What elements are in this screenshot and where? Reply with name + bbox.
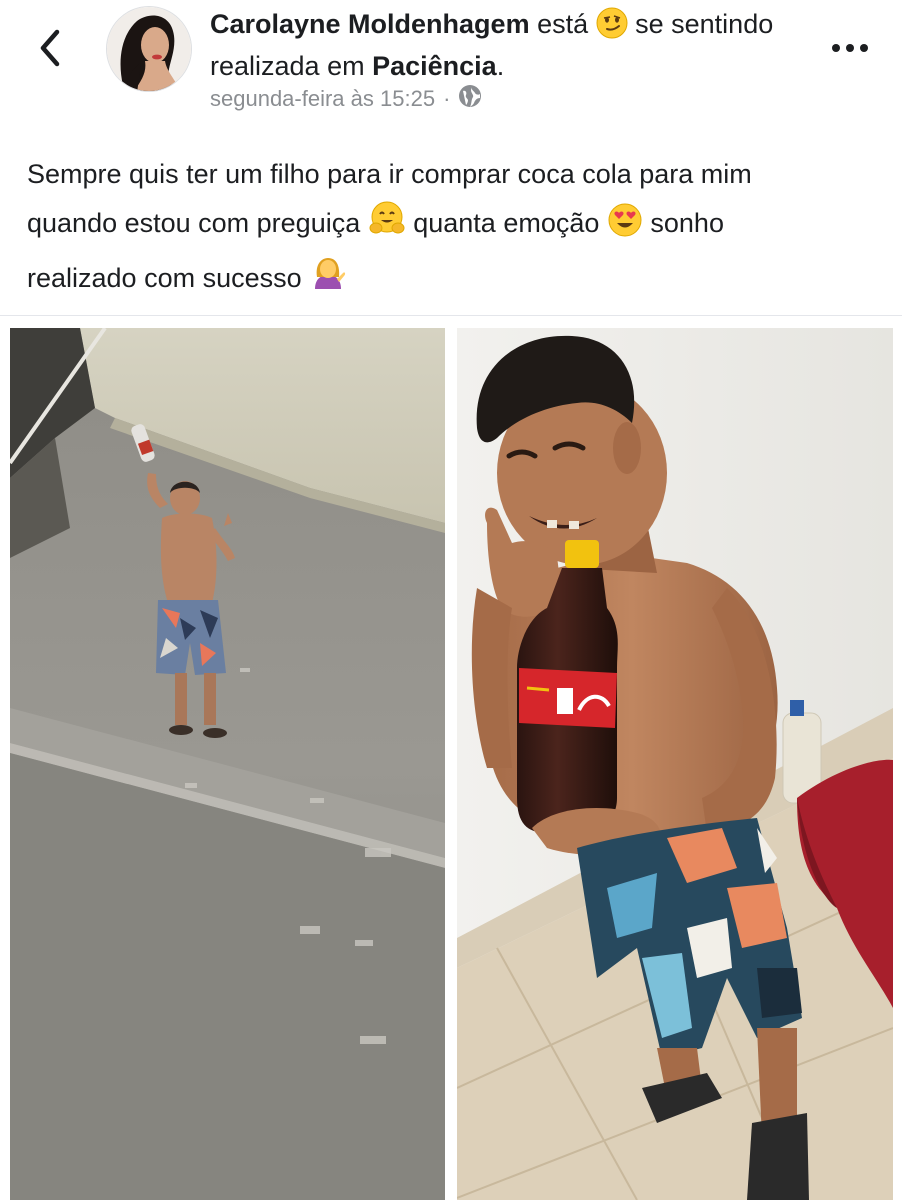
- post-text-segment: realizado com sucesso: [27, 263, 310, 293]
- post-text-line-2: quando estou com preguiça quanta emoção …: [27, 199, 887, 254]
- post-header-text: Carolayne Moldenhagem está se sentindo r…: [210, 6, 800, 84]
- post-text-segment: quanta emoção: [405, 208, 607, 238]
- avatar[interactable]: [106, 6, 192, 92]
- location-link[interactable]: Paciência: [372, 51, 497, 81]
- globe-icon: [458, 84, 482, 114]
- author-name[interactable]: Carolayne Moldenhagem: [210, 9, 530, 39]
- post-text-segment: sonho: [642, 208, 724, 238]
- back-button[interactable]: [30, 28, 70, 68]
- hugging-face-icon: [368, 200, 406, 254]
- more-options-button[interactable]: [828, 32, 872, 64]
- post-header: Carolayne Moldenhagem está se sentindo r…: [0, 0, 902, 125]
- post-body-text: Sempre quis ter um filho para ir comprar…: [27, 150, 887, 309]
- post-text-line-1: Sempre quis ter um filho para ir comprar…: [27, 159, 752, 189]
- post-meta: segunda-feira às 15:25 ·: [210, 84, 482, 114]
- post-text-segment: quando estou com preguiça: [27, 208, 368, 238]
- photo-boy-street[interactable]: [10, 328, 445, 1200]
- timestamp[interactable]: segunda-feira às 15:25: [210, 86, 435, 112]
- meta-separator: ·: [443, 86, 451, 111]
- divider: [0, 315, 902, 316]
- photo-boy-holding-bottle[interactable]: [457, 328, 893, 1200]
- post-text-line-3: realizado com sucesso: [27, 254, 887, 309]
- more-dots-icon: [832, 44, 868, 52]
- verb-prefix: está: [529, 9, 596, 39]
- period: .: [496, 51, 505, 81]
- tipping-hand-woman-icon: [309, 255, 347, 309]
- chevron-left-icon: [40, 29, 60, 67]
- smirk-face-icon: [596, 7, 628, 48]
- heart-eyes-icon: [607, 202, 643, 254]
